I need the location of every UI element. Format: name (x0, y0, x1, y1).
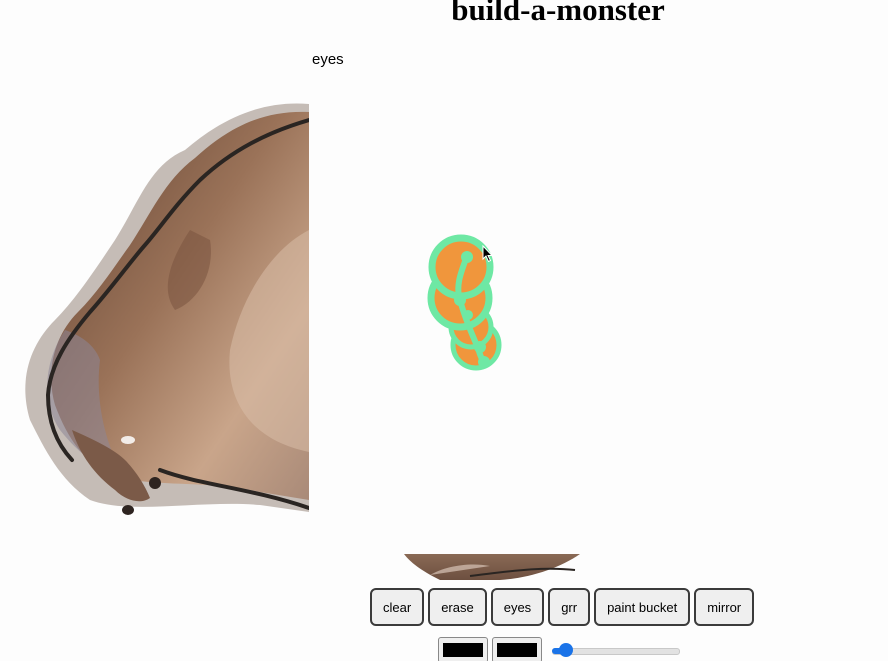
stroke-color-swatch (443, 643, 483, 657)
erase-button[interactable]: erase (428, 588, 487, 626)
page-title: build-a-monster (451, 0, 665, 27)
paint-bucket-button[interactable]: paint bucket (594, 588, 691, 626)
clear-button[interactable]: clear (370, 588, 425, 626)
brush-controls (438, 637, 680, 661)
eyes-button[interactable]: eyes (490, 588, 545, 626)
current-tool-label: eyes (312, 51, 344, 68)
grr-button[interactable]: grr (548, 588, 591, 626)
stroke-color-picker[interactable] (438, 637, 488, 661)
mouse-cursor-icon (482, 245, 494, 263)
monster-tail-fragment (404, 554, 580, 580)
mirror-button[interactable]: mirror (694, 588, 755, 626)
canvas-drawing[interactable] (0, 0, 888, 580)
brush-size-slider[interactable] (552, 642, 680, 658)
app-root: build-a-monster eyes clear erase eyes gr… (0, 0, 888, 661)
fill-color-swatch (497, 643, 537, 657)
slider-thumb[interactable] (559, 643, 573, 657)
fill-color-picker[interactable] (492, 637, 542, 661)
monster-body (25, 103, 309, 515)
drawing-canvas[interactable] (0, 0, 888, 580)
toolbar: clear erase eyes grr paint bucket mirror (370, 588, 755, 626)
